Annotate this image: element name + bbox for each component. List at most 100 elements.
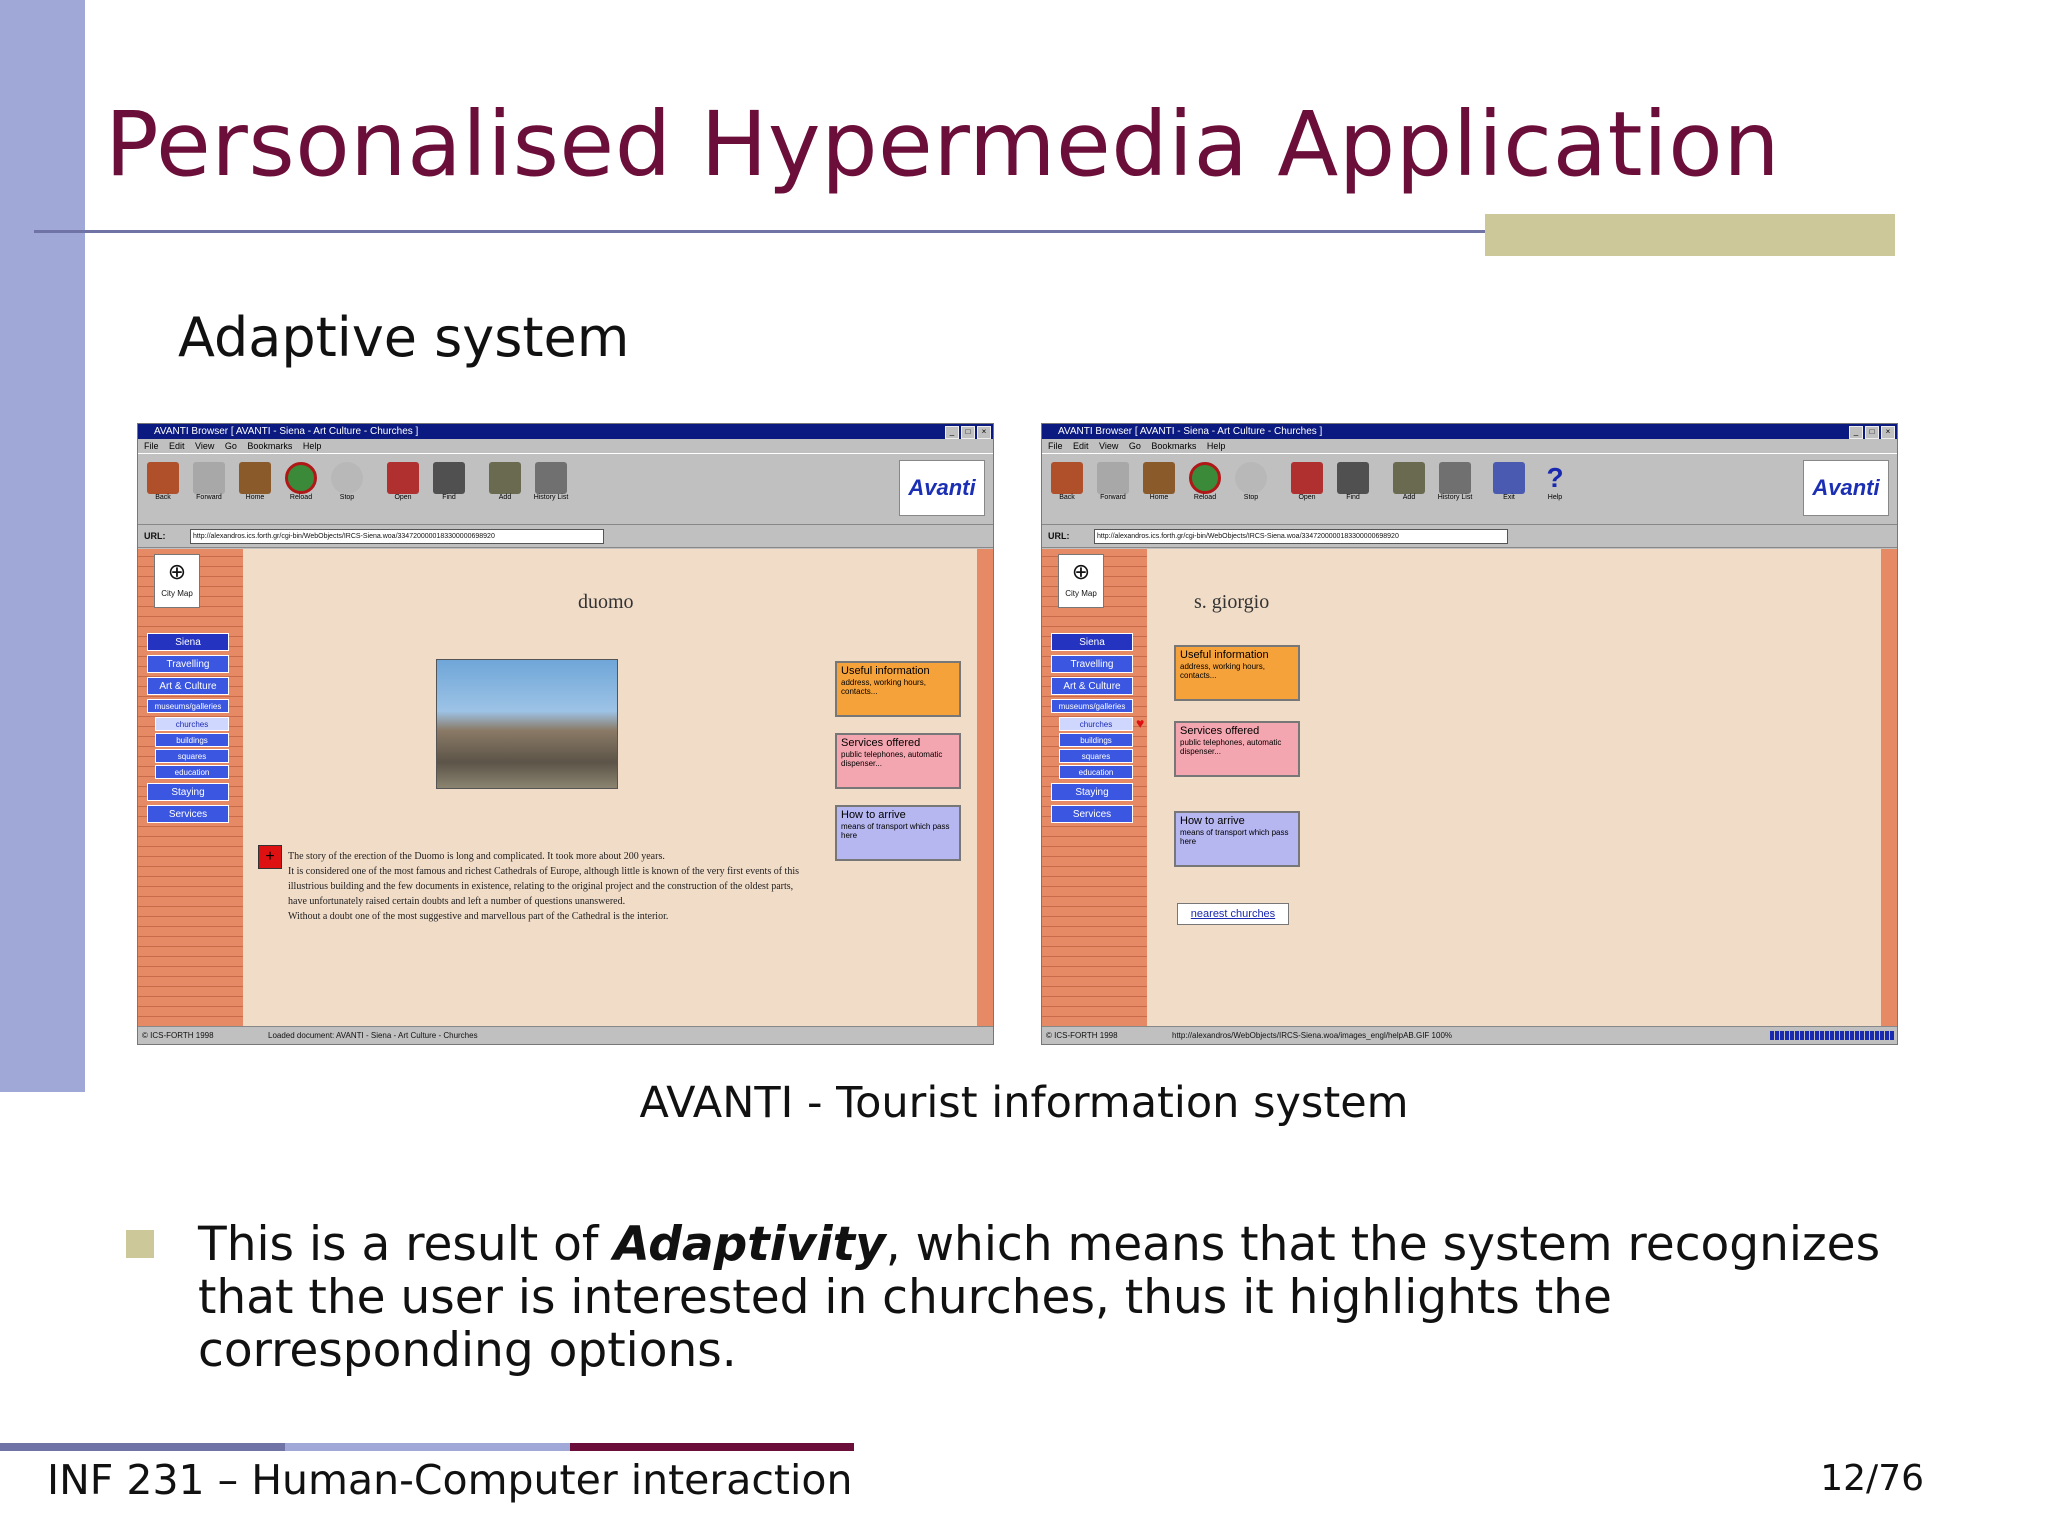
- toolbar-label: Exit: [1503, 494, 1515, 501]
- url-field: http://alexandros.ics.forth.gr/cgi-bin/W…: [1094, 529, 1508, 544]
- nearest-churches-link: nearest churches: [1177, 903, 1289, 925]
- find-icon: [433, 462, 465, 494]
- footer-bar-1: [0, 1443, 285, 1451]
- box-title: Services offered: [1180, 725, 1260, 737]
- story-paragraph: It is considered one of the most famous …: [288, 866, 799, 907]
- plus-icon: +: [258, 845, 282, 869]
- nav-education: education: [1059, 765, 1133, 779]
- find-icon: [1337, 462, 1369, 494]
- status-bar: © ICS-FORTH 1998 Loaded document: AVANTI…: [138, 1026, 993, 1044]
- nav-travelling: Travelling: [1051, 655, 1133, 673]
- city-map-label: City Map: [1065, 589, 1097, 598]
- nav-squares: squares: [1059, 749, 1133, 763]
- box-text: public telephones, automatic dispenser..…: [1180, 738, 1282, 756]
- toolbar-label: Reload: [289, 494, 313, 501]
- menu-bar: File Edit View Go Bookmarks Help: [144, 441, 322, 451]
- reload-icon: [285, 462, 317, 494]
- minimize-icon: _: [945, 426, 959, 439]
- nav-staying: Staying: [147, 783, 229, 801]
- useful-info-box: Useful information address, working hour…: [835, 661, 961, 717]
- nav-siena: Siena: [147, 633, 229, 651]
- city-map-button: ⊕ City Map: [154, 554, 200, 608]
- url-row: URL: http://alexandros.ics.forth.gr/cgi-…: [1042, 525, 1897, 548]
- toolbar-label: Reload: [1193, 494, 1217, 501]
- forward-icon: [193, 462, 225, 494]
- toolbar-label: Stop: [1243, 494, 1259, 501]
- toolbar-label: Add: [1402, 494, 1416, 501]
- bullet-prefix: This is a result of: [198, 1217, 614, 1272]
- toolbar-label: Forward: [1100, 494, 1126, 501]
- toolbar-label: Open: [1298, 494, 1316, 501]
- box-title: How to arrive: [1180, 815, 1245, 827]
- nav-siena: Siena: [1051, 633, 1133, 651]
- nav-education: education: [155, 765, 229, 779]
- box-text: address, working hours, contacts...: [1180, 662, 1265, 680]
- status-bar: © ICS-FORTH 1998 http://alexandros/WebOb…: [1042, 1026, 1897, 1044]
- story-text: The story of the erection of the Duomo i…: [288, 849, 808, 924]
- right-strip: [1881, 549, 1897, 1026]
- history-icon: [535, 462, 567, 494]
- exit-icon: [1493, 462, 1525, 494]
- right-strip: [977, 549, 993, 1026]
- url-row: URL: http://alexandros.ics.forth.gr/cgi-…: [138, 525, 993, 548]
- status-copyright: © ICS-FORTH 1998: [1046, 1031, 1118, 1040]
- window-title: AVANTI Browser [ AVANTI - Siena - Art Cu…: [1058, 426, 1323, 437]
- add-icon: [1393, 462, 1425, 494]
- nav-staying: Staying: [1051, 783, 1133, 801]
- toolbar-label: Back: [155, 494, 171, 501]
- compass-icon: ⊕: [1071, 559, 1091, 584]
- page-number: 12/76: [1820, 1458, 1924, 1499]
- history-icon: [1439, 462, 1471, 494]
- footer-bar-3: [570, 1443, 854, 1451]
- page-heading: s. giorgio: [1194, 591, 1270, 613]
- nav-museums: museums/galleries: [147, 699, 229, 713]
- nav-buildings: buildings: [1059, 733, 1133, 747]
- maximize-icon: □: [961, 426, 975, 439]
- how-to-arrive-box: How to arrive means of transport which p…: [835, 805, 961, 861]
- toolbar-label: Forward: [196, 494, 222, 501]
- box-text: public telephones, automatic dispenser..…: [841, 750, 943, 768]
- toolbar-label: Back: [1059, 494, 1075, 501]
- slide-title: Personalised Hypermedia Application: [105, 92, 1781, 196]
- figure-caption: AVANTI - Tourist information system: [639, 1078, 1409, 1128]
- status-message: Loaded document: AVANTI - Siena - Art Cu…: [268, 1031, 478, 1040]
- avanti-logo: Avanti: [899, 460, 985, 516]
- toolbar-label: Stop: [339, 494, 355, 501]
- toolbar-label: Home: [1149, 494, 1169, 501]
- story-paragraph: Without a doubt one of the most suggesti…: [288, 911, 669, 922]
- toolbar-label: History List: [533, 494, 569, 501]
- toolbar-label: Home: [245, 494, 265, 501]
- progress-bar: [1770, 1031, 1895, 1040]
- status-message: http://alexandros/WebObjects/IRCS-Siena.…: [1172, 1031, 1452, 1040]
- box-title: How to arrive: [841, 809, 906, 821]
- stop-icon: [1235, 462, 1267, 494]
- close-icon: ×: [977, 426, 991, 439]
- box-title: Services offered: [841, 737, 921, 749]
- url-label: URL:: [1048, 531, 1070, 541]
- page-content: ⊕ City Map Siena Travelling Art & Culture…: [138, 549, 993, 1026]
- back-icon: [1051, 462, 1083, 494]
- help-icon: ?: [1546, 462, 1564, 493]
- window-title: AVANTI Browser [ AVANTI - Siena - Art Cu…: [154, 426, 419, 437]
- compass-icon: ⊕: [167, 559, 187, 584]
- back-icon: [147, 462, 179, 494]
- bullet-square: [126, 1230, 154, 1258]
- nav-museums: museums/galleries: [1051, 699, 1133, 713]
- screenshot-duomo: AVANTI Browser [ AVANTI - Siena - Art Cu…: [137, 423, 994, 1045]
- menu-bar: File Edit View Go Bookmarks Help: [1048, 441, 1226, 451]
- nav-art-culture: Art & Culture: [1051, 677, 1133, 695]
- slide-subtitle: Adaptive system: [178, 306, 630, 369]
- window-titlebar: AVANTI Browser [ AVANTI - Siena - Art Cu…: [1042, 424, 1897, 439]
- how-to-arrive-box: How to arrive means of transport which p…: [1174, 811, 1300, 867]
- toolbar-label: Help: [1547, 494, 1563, 501]
- open-icon: [387, 462, 419, 494]
- bullet-emphasis: Adaptivity: [613, 1217, 886, 1272]
- close-icon: ×: [1881, 426, 1895, 439]
- home-icon: [239, 462, 271, 494]
- box-text: means of transport which pass here: [1180, 828, 1289, 846]
- url-label: URL:: [144, 531, 166, 541]
- add-icon: [489, 462, 521, 494]
- forward-icon: [1097, 462, 1129, 494]
- services-box: Services offered public telephones, auto…: [1174, 721, 1300, 777]
- story-paragraph: The story of the erection of the Duomo i…: [288, 851, 665, 862]
